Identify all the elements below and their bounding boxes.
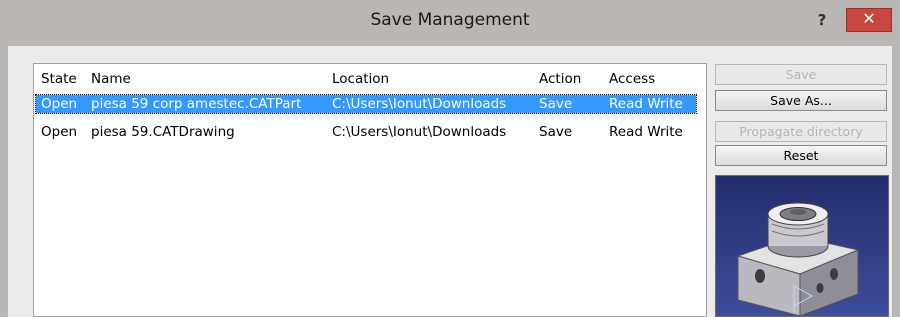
column-header-row: State Name Location Action Access — [36, 70, 696, 88]
cell-location: C:\Users\Ionut\Downloads — [332, 96, 507, 112]
column-header-name[interactable]: Name — [91, 70, 131, 88]
help-button[interactable]: ? — [808, 9, 836, 31]
window-title: Save Management — [370, 10, 530, 30]
save-management-dialog: Save Management ? ✕ State Name Location … — [0, 0, 900, 317]
reset-button[interactable]: Reset — [715, 145, 887, 166]
table-row[interactable]: Open piesa 59.CATDrawing C:\Users\Ionut\… — [36, 123, 696, 141]
column-header-location[interactable]: Location — [332, 70, 389, 88]
cell-name: piesa 59.CATDrawing — [91, 124, 235, 140]
documents-list[interactable]: State Name Location Action Access Open p… — [33, 63, 707, 317]
part-preview — [715, 175, 889, 317]
cell-action: Save — [539, 124, 573, 140]
cell-access: Read Write — [609, 96, 683, 112]
column-header-action[interactable]: Action — [539, 70, 581, 88]
cell-state: Open — [41, 96, 78, 112]
column-header-state[interactable]: State — [41, 70, 77, 88]
cell-access: Read Write — [609, 124, 683, 140]
table-row[interactable]: Open piesa 59 corp amestec.CATPart C:\Us… — [35, 94, 697, 114]
catpart-thumbnail-icon — [736, 202, 860, 316]
cell-action: Save — [539, 96, 573, 112]
save-as-button[interactable]: Save As... — [715, 90, 887, 111]
cell-location: C:\Users\Ionut\Downloads — [332, 124, 507, 140]
save-button[interactable]: Save — [715, 64, 887, 85]
cell-state: Open — [41, 124, 78, 140]
close-button[interactable]: ✕ — [846, 8, 892, 32]
column-header-access[interactable]: Access — [609, 70, 655, 88]
propagate-directory-button[interactable]: Propagate directory — [715, 121, 887, 142]
cell-name: piesa 59 corp amestec.CATPart — [91, 96, 302, 112]
title-bar[interactable]: Save Management ? ✕ — [0, 0, 900, 46]
